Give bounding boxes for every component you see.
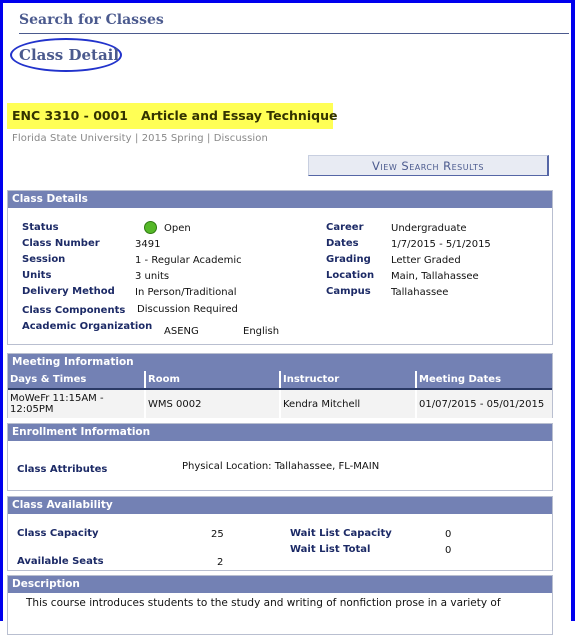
session-label: Session [22, 254, 66, 265]
section-header: Class Availability [8, 497, 552, 514]
campus-value: Tallahassee [391, 287, 449, 298]
campus-label: Campus [326, 286, 371, 297]
status-value: Open [164, 223, 191, 234]
career-label: Career [326, 222, 364, 233]
available-seats-value: 2 [217, 557, 224, 568]
class-capacity-label: Class Capacity [17, 528, 99, 539]
class-number-value: 3491 [135, 239, 161, 250]
column-header: Instructor [279, 371, 416, 390]
dates-label: Dates [326, 238, 359, 249]
column-header: Room [144, 371, 280, 390]
dates-value: 1/7/2015 - 5/1/2015 [391, 239, 491, 250]
table-row: MoWeFr 11:15AM - 12:05PM WMS 0002 Kendra… [8, 389, 552, 418]
grading-value: Letter Graded [391, 255, 461, 266]
grading-label: Grading [326, 254, 371, 265]
session-value: 1 - Regular Academic [135, 255, 242, 266]
room-cell: WMS 0002 [144, 389, 280, 418]
class-attributes-value: Physical Location: Tallahassee, FL-MAIN [182, 461, 380, 472]
view-search-results-button[interactable]: View Search Results [308, 155, 549, 176]
status-label: Status [22, 222, 59, 233]
enrollment-information-section: Enrollment Information Class Attributes … [7, 423, 553, 491]
units-value: 3 units [135, 271, 170, 282]
heading-divider [19, 33, 569, 34]
course-subtitle: Florida State University | 2015 Spring |… [12, 133, 268, 144]
section-header: Meeting Information [8, 354, 552, 371]
page-subheading: Class Detail [19, 46, 120, 64]
career-value: Undergraduate [391, 223, 467, 234]
academic-organization-code: ASENG [164, 326, 199, 337]
location-value: Main, Tallahassee [391, 271, 479, 282]
section-header: Class Details [8, 191, 552, 208]
class-availability-section: Class Availability Class Capacity 25 Ava… [7, 496, 553, 571]
view-search-results-label: View Search Results [372, 159, 484, 173]
days-times-cell: MoWeFr 11:15AM - 12:05PM [8, 389, 145, 418]
class-details-section: Class Details Status Open Class Number 3… [7, 190, 553, 345]
class-attributes-label: Class Attributes [17, 464, 108, 475]
class-number-label: Class Number [22, 238, 100, 249]
class-detail-highlight: Class Detail [10, 38, 122, 72]
class-components-label: Class Components [22, 305, 126, 316]
meeting-dates-cell: 01/07/2015 - 05/01/2015 [415, 389, 552, 418]
class-capacity-value: 25 [211, 529, 224, 540]
wait-list-total-label: Wait List Total [290, 544, 371, 555]
description-text: This course introduces students to the s… [26, 597, 501, 609]
table-header-row: Days & Times Room Instructor Meeting Dat… [8, 371, 552, 390]
course-title: ENC 3310 - 0001 Article and Essay Techni… [12, 108, 338, 123]
wait-list-capacity-value: 0 [445, 529, 452, 540]
status-open-icon [144, 221, 157, 234]
course-title-bar: ENC 3310 - 0001 Article and Essay Techni… [7, 103, 337, 129]
wait-list-capacity-label: Wait List Capacity [290, 528, 392, 539]
section-header: Enrollment Information [8, 424, 552, 441]
meeting-table: Days & Times Room Instructor Meeting Dat… [8, 371, 552, 418]
column-header: Meeting Dates [415, 371, 552, 390]
delivery-method-label: Delivery Method [22, 286, 115, 297]
column-header: Days & Times [8, 371, 145, 390]
delivery-method-value: In Person/Traditional [135, 287, 237, 298]
section-header: Description [8, 576, 552, 593]
class-components-value: Discussion Required [137, 304, 238, 315]
instructor-cell: Kendra Mitchell [279, 389, 416, 418]
academic-organization-name: English [243, 326, 280, 337]
meeting-information-section: Meeting Information Days & Times Room In… [7, 353, 553, 418]
academic-organization-label: Academic Organization [22, 321, 153, 332]
available-seats-label: Available Seats [17, 556, 104, 567]
wait-list-total-value: 0 [445, 545, 452, 556]
page-heading: Search for Classes [19, 12, 164, 28]
description-section: Description This course introduces stude… [7, 575, 553, 635]
location-label: Location [326, 270, 375, 281]
units-label: Units [22, 270, 52, 281]
